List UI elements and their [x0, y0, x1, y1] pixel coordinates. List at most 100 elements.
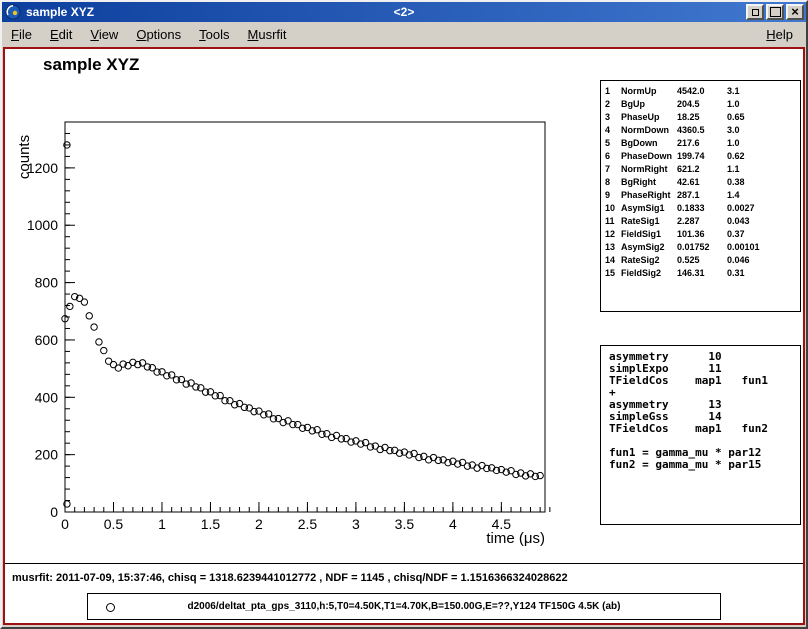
param-error: 0.65	[727, 111, 800, 124]
fit-parameters-box[interactable]: 1NormUp4542.03.12BgUp204.51.03PhaseUp18.…	[600, 80, 801, 312]
param-value: 199.74	[677, 150, 727, 163]
param-name: FieldSig2	[621, 267, 677, 280]
data-point	[96, 339, 102, 345]
param-name: PhaseDown	[621, 150, 677, 163]
param-row: 15FieldSig2146.310.31	[605, 267, 800, 280]
menu-file[interactable]: File	[2, 24, 41, 45]
app-window: sample XYZ <2> × File Edit View Options …	[0, 0, 808, 629]
data-point	[101, 347, 107, 353]
param-row: 7NormRight621.21.1	[605, 163, 800, 176]
param-value: 4542.0	[677, 85, 727, 98]
param-error: 0.00101	[727, 241, 800, 254]
param-n: 14	[605, 254, 621, 267]
minimize-button[interactable]	[746, 4, 764, 20]
minimize-icon	[752, 9, 759, 16]
param-value: 4360.5	[677, 124, 727, 137]
param-row: 1NormUp4542.03.1	[605, 85, 800, 98]
y-tick-label: 1000	[27, 217, 58, 233]
x-tick-label: 0	[61, 516, 69, 532]
param-row: 2BgUp204.51.0	[605, 98, 800, 111]
theory-lines: asymmetry 10simplExpo 11TFieldCos map1 f…	[609, 351, 800, 471]
param-error: 0.38	[727, 176, 800, 189]
param-n: 2	[605, 98, 621, 111]
y-axis-title: counts	[16, 135, 33, 179]
param-error: 3.0	[727, 124, 800, 137]
param-value: 621.2	[677, 163, 727, 176]
y-tick-label: 0	[50, 504, 58, 520]
param-name: PhaseRight	[621, 189, 677, 202]
param-name: RateSig1	[621, 215, 677, 228]
histogram-plot[interactable]: 00.511.522.533.544.502004006008001000120…	[5, 89, 580, 559]
y-tick-label: 200	[35, 447, 59, 463]
param-row: 3PhaseUp18.250.65	[605, 111, 800, 124]
menu-options[interactable]: Options	[127, 24, 190, 45]
param-name: FieldSig1	[621, 228, 677, 241]
maximize-icon	[770, 7, 781, 17]
x-tick-label: 2.5	[298, 516, 318, 532]
param-name: NormRight	[621, 163, 677, 176]
x-axis-title: time (μs)	[486, 530, 545, 547]
x-tick-label: 4	[449, 516, 457, 532]
window-badge: <2>	[394, 5, 415, 19]
param-value: 2.287	[677, 215, 727, 228]
theory-line: fun2 = gamma_mu * par15	[609, 459, 800, 471]
param-row: 10AsymSig10.18330.0027	[605, 202, 800, 215]
data-point	[217, 392, 223, 398]
x-tick-label: 0.5	[104, 516, 124, 532]
menu-view[interactable]: View	[81, 24, 127, 45]
param-name: NormUp	[621, 85, 677, 98]
param-n: 8	[605, 176, 621, 189]
theory-box[interactable]: asymmetry 10simplExpo 11TFieldCos map1 f…	[600, 345, 801, 525]
main-pad[interactable]: sample XYZ 00.511.522.533.544.5020040060…	[5, 49, 803, 563]
menu-tools[interactable]: Tools	[190, 24, 238, 45]
x-tick-label: 3	[352, 516, 360, 532]
menu-edit[interactable]: Edit	[41, 24, 81, 45]
param-value: 204.5	[677, 98, 727, 111]
param-n: 12	[605, 228, 621, 241]
param-n: 10	[605, 202, 621, 215]
x-tick-label: 1.5	[201, 516, 221, 532]
maximize-button[interactable]	[766, 4, 784, 20]
plot-frame	[65, 122, 545, 512]
param-value: 42.61	[677, 176, 727, 189]
data-point	[81, 299, 87, 305]
param-name: AsymSig2	[621, 241, 677, 254]
param-rows: 1NormUp4542.03.12BgUp204.51.03PhaseUp18.…	[605, 85, 800, 280]
x-tick-label: 1	[158, 516, 166, 532]
param-error: 0.0027	[727, 202, 800, 215]
theory-line: TFieldCos map1 fun1	[609, 375, 800, 387]
param-row: 4NormDown4360.53.0	[605, 124, 800, 137]
param-n: 7	[605, 163, 621, 176]
param-name: BgDown	[621, 137, 677, 150]
param-name: RateSig2	[621, 254, 677, 267]
theory-line: TFieldCos map1 fun2	[609, 423, 800, 435]
close-button[interactable]: ×	[786, 4, 804, 20]
data-point	[86, 313, 92, 319]
param-row: 8BgRight42.610.38	[605, 176, 800, 189]
param-value: 0.01752	[677, 241, 727, 254]
menu-musrfit[interactable]: Musrfit	[239, 24, 296, 45]
y-tick-label: 400	[35, 389, 59, 405]
param-name: AsymSig1	[621, 202, 677, 215]
x-axis: 00.511.522.533.544.5	[61, 502, 550, 532]
param-error: 0.37	[727, 228, 800, 241]
param-name: PhaseUp	[621, 111, 677, 124]
menu-help[interactable]: Help	[757, 24, 802, 45]
param-row: 13AsymSig20.017520.00101	[605, 241, 800, 254]
data-point	[67, 303, 73, 309]
param-value: 18.25	[677, 111, 727, 124]
root-canvas[interactable]: sample XYZ 00.511.522.533.544.5020040060…	[3, 47, 805, 625]
data-point	[391, 447, 397, 453]
param-n: 3	[605, 111, 621, 124]
y-tick-label: 600	[35, 332, 59, 348]
param-value: 101.36	[677, 228, 727, 241]
param-row: 5BgDown217.61.0	[605, 137, 800, 150]
param-name: NormDown	[621, 124, 677, 137]
param-error: 0.31	[727, 267, 800, 280]
param-n: 4	[605, 124, 621, 137]
param-row: 6PhaseDown199.740.62	[605, 150, 800, 163]
param-n: 5	[605, 137, 621, 150]
titlebar[interactable]: sample XYZ <2> ×	[2, 2, 806, 22]
param-value: 217.6	[677, 137, 727, 150]
legend-box[interactable]: d2006/deltat_pta_gps_3110,h:5,T0=4.50K,T…	[87, 593, 721, 620]
